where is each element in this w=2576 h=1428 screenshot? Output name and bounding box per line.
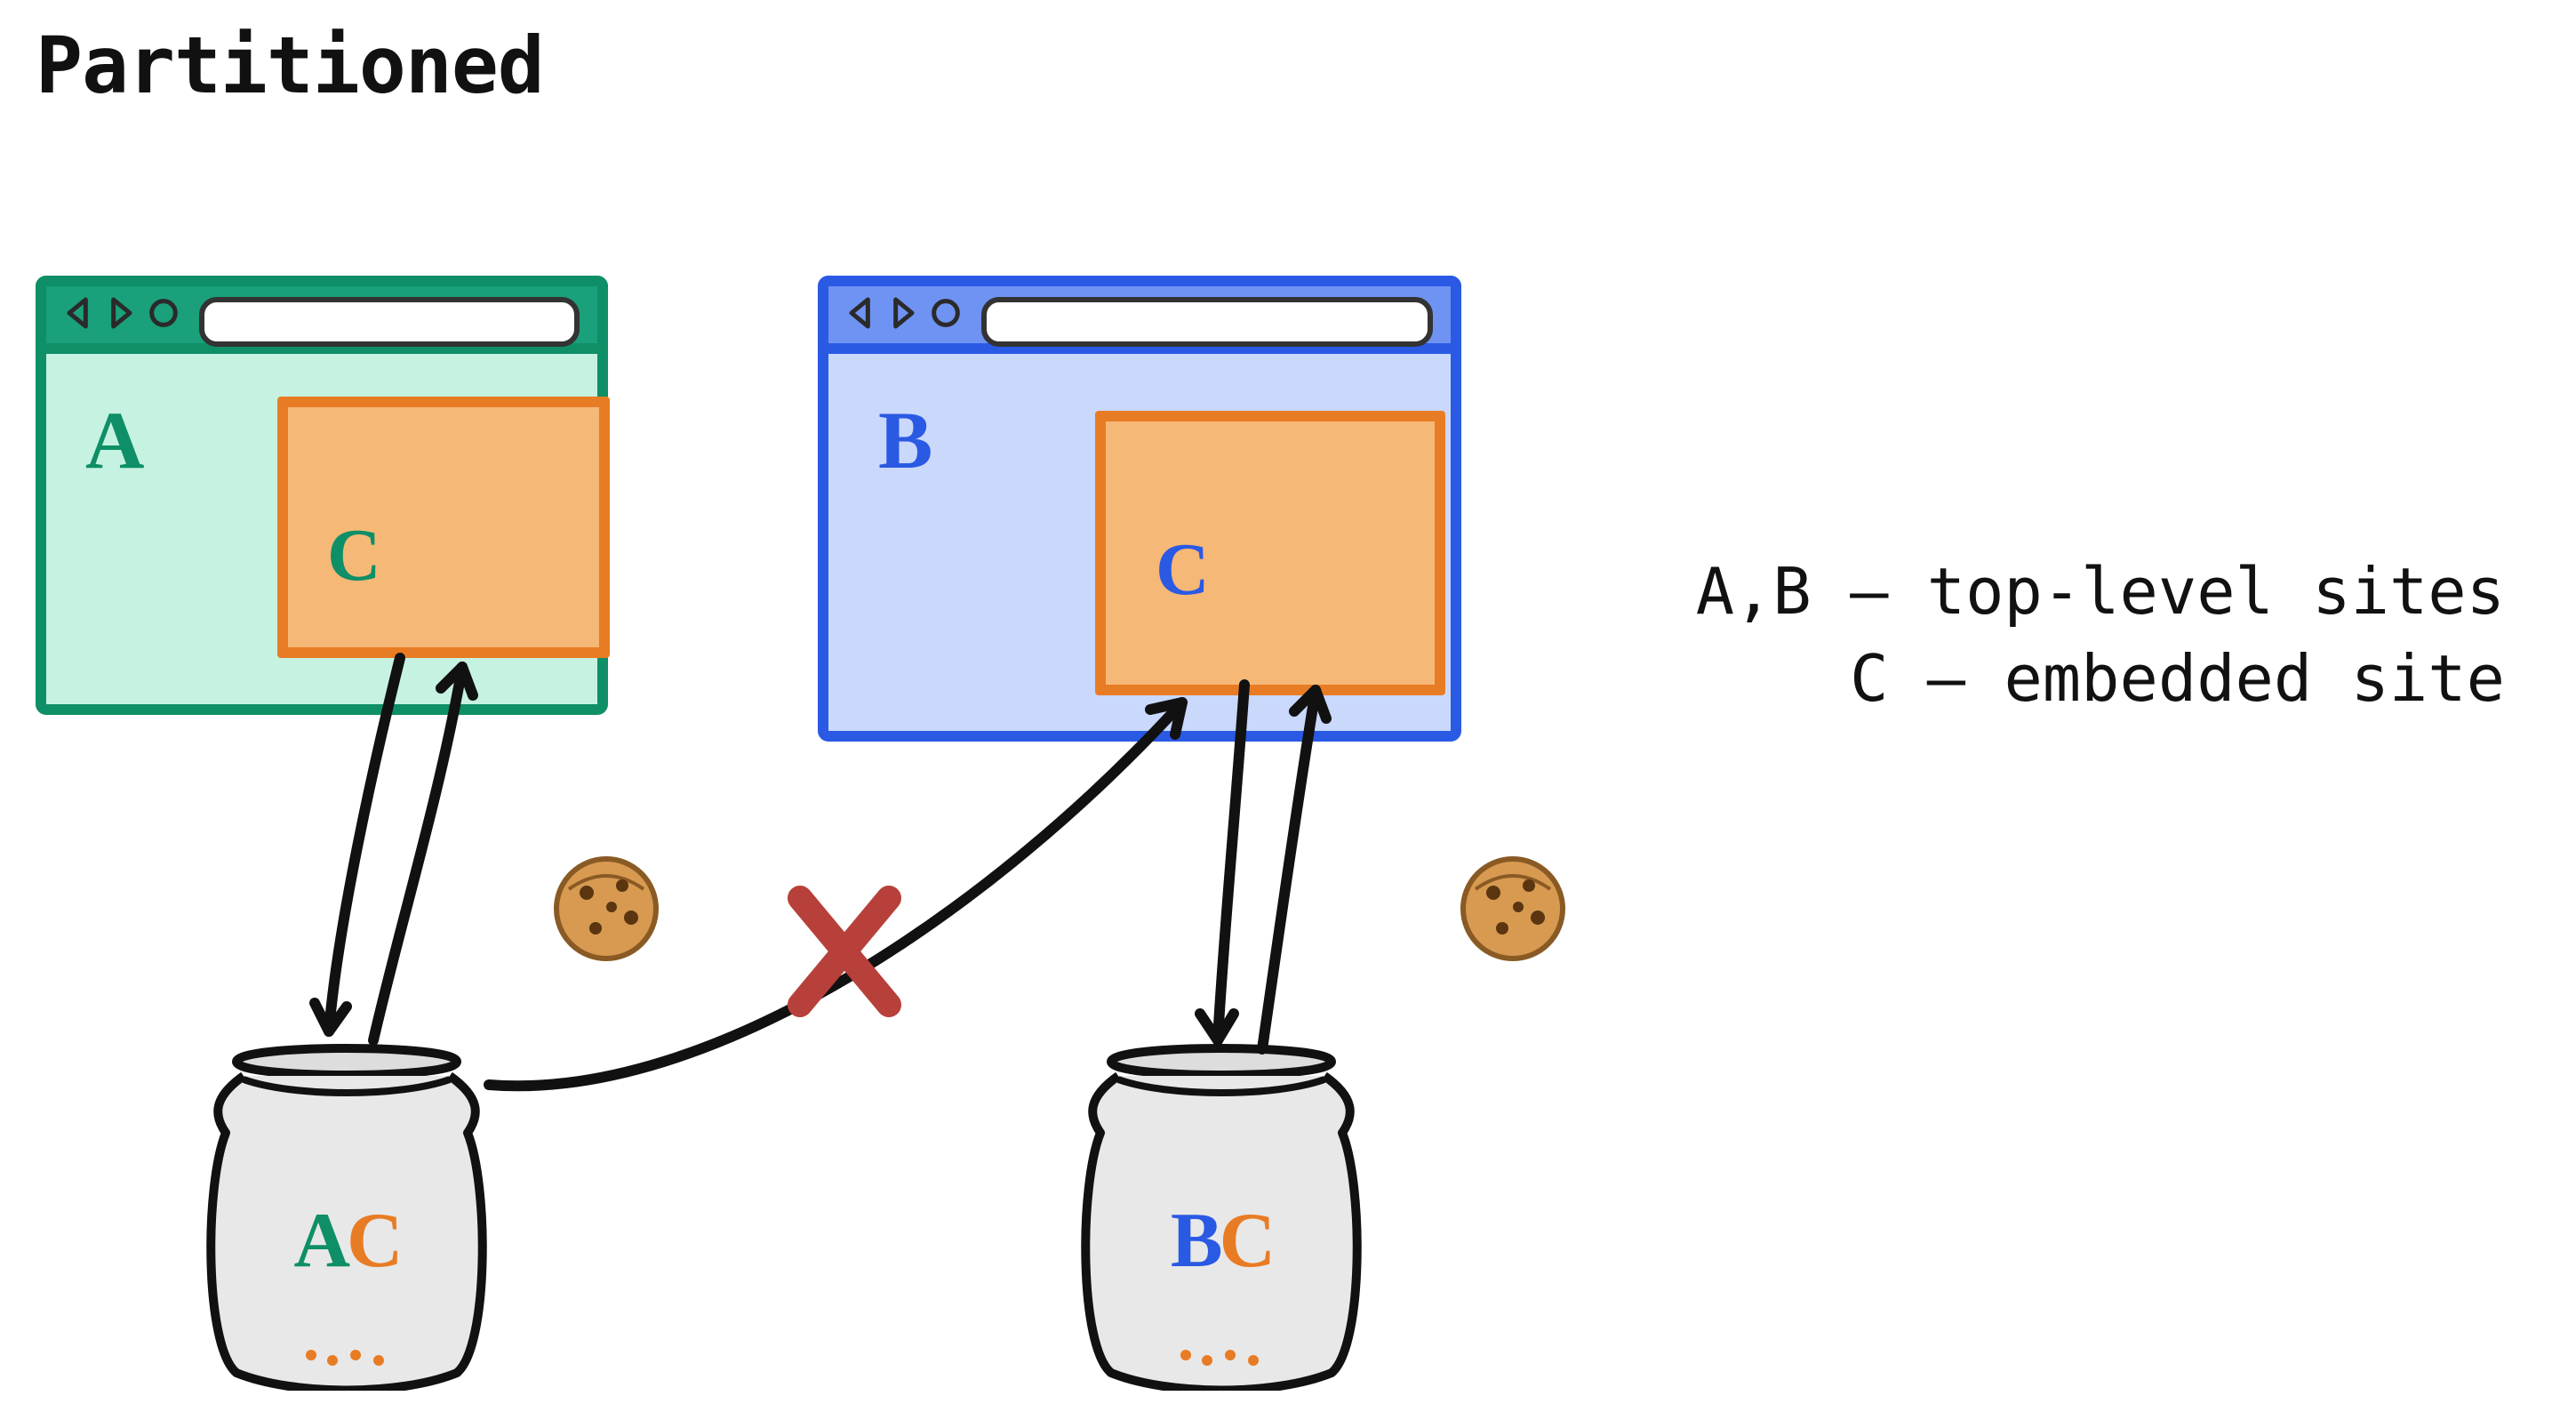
browser-a-nav-icons bbox=[60, 295, 181, 331]
back-icon bbox=[60, 295, 96, 331]
site-b-label: B bbox=[878, 393, 932, 487]
jar-bc-label: BC bbox=[1061, 1195, 1381, 1286]
browser-b: B C bbox=[818, 276, 1461, 742]
legend-line-2: C – embedded site bbox=[1850, 643, 2505, 716]
forward-icon bbox=[103, 295, 139, 331]
forward-icon bbox=[885, 295, 921, 331]
browser-a-urlbar bbox=[199, 297, 580, 347]
cookie-icon bbox=[551, 854, 661, 964]
legend: A,B – top-level sites C – embedded site bbox=[1696, 551, 2505, 724]
jar-ac: AC bbox=[187, 1026, 507, 1391]
jar-bc: BC bbox=[1061, 1026, 1381, 1391]
back-icon bbox=[843, 295, 878, 331]
diagram: Partitioned A C B C bbox=[0, 0, 2576, 1428]
reload-icon bbox=[146, 295, 181, 331]
embed-c-in-b: C bbox=[1095, 411, 1445, 695]
reload-icon bbox=[928, 295, 964, 331]
cookie-icon bbox=[1458, 854, 1568, 964]
blocked-x-icon bbox=[800, 898, 889, 1005]
browser-b-titlebar bbox=[818, 276, 1461, 354]
jar-ac-label: AC bbox=[187, 1195, 507, 1286]
browser-b-nav-icons bbox=[843, 295, 964, 331]
legend-line-1: A,B – top-level sites bbox=[1696, 557, 2505, 630]
site-a-label: A bbox=[85, 393, 144, 487]
embed-c-label-b: C bbox=[1156, 528, 1210, 614]
browser-a: A C bbox=[36, 276, 608, 715]
embed-c-in-a: C bbox=[277, 397, 610, 658]
embed-c-label-a: C bbox=[327, 514, 381, 599]
browser-b-urlbar bbox=[981, 297, 1433, 347]
browser-a-titlebar bbox=[36, 276, 608, 354]
page-title: Partitioned bbox=[36, 21, 544, 112]
